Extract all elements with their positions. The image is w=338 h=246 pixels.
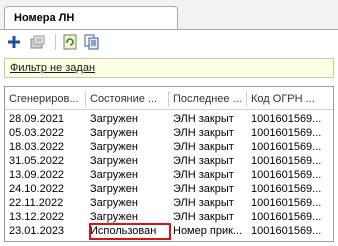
copy-button[interactable]	[82, 32, 102, 52]
cell-state: Загружен	[90, 183, 138, 195]
cell-state: Загружен	[90, 211, 138, 223]
table-row[interactable]: 31.05.2022 Загружен ЭЛН закрыт 100160156…	[5, 154, 333, 168]
tab-strip: Номера ЛН	[0, 0, 338, 30]
cell-state: Загружен	[90, 169, 138, 181]
cell-last: ЭЛН закрыт	[173, 141, 234, 153]
cell-ogrn: 1001601569...	[251, 155, 322, 167]
cell-last: ЭЛН закрыт	[173, 211, 234, 223]
cell-last: ЭЛН закрыт	[173, 113, 234, 125]
tab-nomera-ln[interactable]: Номера ЛН	[4, 6, 178, 30]
cell-state: Загружен	[90, 141, 138, 153]
cell-ogrn: 1001601569...	[251, 113, 322, 125]
cell-last: ЭЛН закрыт	[173, 155, 234, 167]
copy-icon	[84, 34, 99, 50]
grid-header: Сгенериров... Состояние ... Последнее ..…	[5, 87, 333, 110]
table-row[interactable]: 28.09.2021 Загружен ЭЛН закрыт 100160156…	[5, 112, 333, 126]
cell-generated: 18.03.2022	[9, 141, 65, 153]
table-row[interactable]: 13.09.2022 Загружен ЭЛН закрыт 100160156…	[5, 168, 333, 182]
cell-state: Загружен	[90, 155, 138, 167]
cell-ogrn: 1001601569...	[251, 197, 322, 209]
cell-generated: 31.05.2022	[9, 155, 65, 167]
cell-generated: 22.11.2022	[9, 197, 64, 209]
filter-bar: Фильтр не задан	[4, 58, 334, 78]
cell-generated: 24.10.2022	[9, 183, 65, 195]
cell-last: ЭЛН закрыт	[173, 169, 234, 181]
cell-ogrn: 1001601569...	[251, 183, 322, 195]
cell-generated: 13.09.2022	[9, 169, 65, 181]
edit-icon	[30, 35, 45, 49]
cell-last: ЭЛН закрыт	[173, 183, 234, 195]
cell-state: Загружен	[90, 127, 138, 139]
table-row[interactable]: 13.12.2022 Загружен ЭЛН закрыт 100160156…	[5, 210, 333, 224]
edit-button[interactable]	[28, 32, 48, 52]
data-grid: Сгенериров... Состояние ... Последнее ..…	[4, 86, 334, 242]
cell-ogrn: 1001601569...	[251, 211, 322, 223]
column-header-last[interactable]: Последнее ...	[169, 87, 246, 109]
tab-label: Номера ЛН	[14, 12, 75, 24]
column-header-generated[interactable]: Сгенериров...	[5, 87, 85, 109]
filter-link[interactable]: Фильтр не задан	[10, 62, 95, 74]
column-header-state[interactable]: Состояние ...	[86, 87, 168, 109]
cell-generated: 23.01.2023	[9, 225, 65, 237]
table-row[interactable]: 24.10.2022 Загружен ЭЛН закрыт 100160156…	[5, 182, 333, 196]
cell-ogrn: 1001601569...	[251, 127, 322, 139]
cell-ogrn: 1001601569...	[251, 169, 322, 181]
table-row[interactable]: 05.03.2022 Загружен ЭЛН закрыт 100160156…	[5, 126, 333, 140]
plus-icon	[8, 36, 20, 48]
cell-state: Загружен	[90, 113, 138, 125]
table-row[interactable]: 22.11.2022 Загружен ЭЛН закрыт 100160156…	[5, 196, 333, 210]
refresh-icon	[63, 34, 77, 50]
cell-last: ЭЛН закрыт	[173, 127, 234, 139]
toolbar-separator	[55, 34, 56, 50]
table-row[interactable]: 18.03.2022 Загружен ЭЛН закрыт 100160156…	[5, 140, 333, 154]
cell-last: Номер прик...	[173, 225, 243, 237]
column-header-ogrn[interactable]: Код ОГРН ...	[247, 87, 333, 109]
cell-state: Загружен	[90, 197, 138, 209]
add-button[interactable]	[4, 32, 24, 52]
highlight-box	[89, 223, 171, 240]
cell-generated: 05.03.2022	[9, 127, 65, 139]
cell-generated: 13.12.2022	[9, 211, 65, 223]
cell-last: ЭЛН закрыт	[173, 197, 234, 209]
cell-ogrn: 1001601569...	[251, 225, 322, 237]
toolbar	[0, 30, 338, 54]
cell-generated: 28.09.2021	[9, 113, 65, 125]
refresh-button[interactable]	[60, 32, 80, 52]
cell-ogrn: 1001601569...	[251, 141, 322, 153]
